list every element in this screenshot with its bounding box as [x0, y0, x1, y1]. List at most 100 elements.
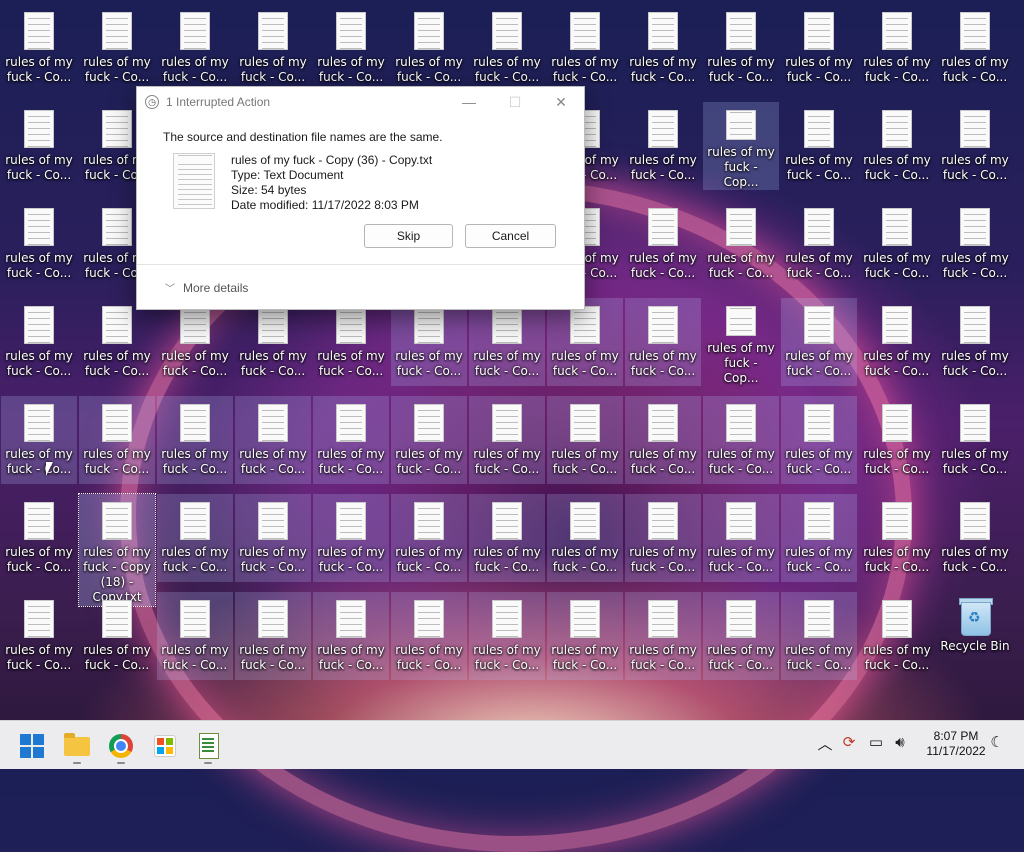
desktop-file-icon[interactable]: rules of my fuck - Co...	[1, 298, 77, 386]
desktop-file-icon[interactable]: rules of my fuck - Co...	[235, 298, 311, 386]
desktop-file-icon[interactable]: rules of my fuck - Co...	[781, 200, 857, 288]
desktop-file-icon[interactable]: rules of my fuck - Co...	[703, 200, 779, 288]
desktop-file-icon[interactable]: rules of my fuck - Co...	[1, 102, 77, 190]
desktop-file-icon[interactable]: rules of my fuck - Co...	[157, 592, 233, 680]
desktop-file-icon[interactable]: rules of my fuck - Co...	[781, 592, 857, 680]
desktop-file-icon[interactable]: rules of my fuck - Co...	[547, 592, 623, 680]
desktop-file-icon[interactable]: rules of my fuck - Co...	[313, 396, 389, 484]
desktop-file-icon[interactable]: rules of my fuck - Co...	[79, 298, 155, 386]
desktop-file-icon[interactable]: rules of my fuck - Co...	[79, 592, 155, 680]
skip-button[interactable]: Skip	[364, 224, 453, 248]
desktop-file-icon[interactable]: rules of my fuck - Co...	[79, 396, 155, 484]
network-icon[interactable]: ▭	[865, 733, 887, 751]
sync-error-icon[interactable]: ⟳	[838, 733, 860, 751]
desktop-file-icon[interactable]: rules of my fuck - Co...	[235, 4, 311, 92]
desktop-file-icon[interactable]: rules of my fuck - Cop...	[703, 102, 779, 190]
desktop-file-icon[interactable]: rules of my fuck - Co...	[937, 298, 1013, 386]
desktop-file-icon[interactable]: rules of my fuck - Co...	[937, 4, 1013, 92]
desktop-file-icon[interactable]: rules of my fuck - Co...	[703, 592, 779, 680]
start-button[interactable]	[17, 731, 47, 761]
desktop-file-icon[interactable]: rules of my fuck - Co...	[547, 4, 623, 92]
desktop-file-icon[interactable]: rules of my fuck - Co...	[235, 592, 311, 680]
desktop-file-icon[interactable]: rules of my fuck - Co...	[625, 494, 701, 582]
desktop-file-icon[interactable]: rules of my fuck - Co...	[781, 4, 857, 92]
desktop-file-icon[interactable]: rules of my fuck - Co...	[313, 4, 389, 92]
desktop-file-icon[interactable]: rules of my fuck - Co...	[625, 592, 701, 680]
desktop-file-icon[interactable]: rules of my fuck - Co...	[937, 200, 1013, 288]
notepad-button[interactable]	[193, 731, 223, 764]
desktop-file-icon[interactable]: rules of my fuck - Co...	[1, 494, 77, 582]
desktop-file-icon[interactable]: rules of my fuck - Co...	[781, 102, 857, 190]
desktop-file-icon[interactable]: rules of my fuck - Co...	[157, 4, 233, 92]
desktop-file-icon[interactable]: rules of my fuck - Co...	[79, 4, 155, 92]
desktop-file-icon[interactable]: rules of my fuck - Co...	[937, 494, 1013, 582]
maximize-button[interactable]: ☐	[495, 90, 535, 114]
desktop-file-icon[interactable]: rules of my fuck - Co...	[547, 494, 623, 582]
clock[interactable]: 8:07 PM 11/17/2022	[916, 729, 996, 759]
desktop-file-icon[interactable]: rules of my fuck - Co...	[313, 298, 389, 386]
desktop-file-icon[interactable]: rules of my fuck - Co...	[391, 592, 467, 680]
desktop-file-icon[interactable]: rules of my fuck - Co...	[1, 4, 77, 92]
desktop-file-icon[interactable]: rules of my fuck - Co...	[157, 298, 233, 386]
desktop-file-icon[interactable]: rules of my fuck - Co...	[859, 592, 935, 680]
desktop-file-icon[interactable]: rules of my fuck - Co...	[625, 200, 701, 288]
desktop-file-icon[interactable]: rules of my fuck - Co...	[781, 494, 857, 582]
volume-icon[interactable]: 🔊︎	[889, 733, 911, 751]
desktop-file-icon[interactable]: rules of my fuck - Co...	[625, 396, 701, 484]
desktop-file-icon[interactable]: rules of my fuck - Co...	[1, 200, 77, 288]
more-details-toggle[interactable]: ﹀ More details	[165, 280, 248, 295]
desktop-file-icon[interactable]: rules of my fuck - Co...	[391, 298, 467, 386]
desktop-file-icon[interactable]: rules of my fuck - Co...	[469, 4, 545, 92]
recycle-bin[interactable]: ♻ Recycle Bin	[937, 592, 1013, 680]
desktop-file-icon[interactable]: rules of my fuck - Cop...	[703, 298, 779, 386]
desktop-file-icon[interactable]: rules of my fuck - Co...	[937, 102, 1013, 190]
minimize-button[interactable]: —	[449, 90, 489, 114]
desktop-file-icon[interactable]: rules of my fuck - Co...	[469, 494, 545, 582]
focus-assist-icon[interactable]: ☾	[986, 733, 1008, 751]
cancel-button[interactable]: Cancel	[465, 224, 556, 248]
chrome-button[interactable]	[106, 731, 136, 764]
desktop-file-icon[interactable]: rules of my fuck - Co...	[625, 102, 701, 190]
desktop-file-icon[interactable]: rules of my fuck - Co...	[391, 494, 467, 582]
desktop-file-icon[interactable]: rules of my fuck - Co...	[313, 494, 389, 582]
desktop-file-icon[interactable]: rules of my fuck - Co...	[547, 298, 623, 386]
desktop-file-icon[interactable]: rules of my fuck - Co...	[781, 298, 857, 386]
desktop-file-icon[interactable]: rules of my fuck - Co...	[625, 4, 701, 92]
desktop-file-icon[interactable]: rules of my fuck - Co...	[469, 298, 545, 386]
desktop-file-icon[interactable]: rules of my fuck - Co...	[937, 396, 1013, 484]
dialog-titlebar[interactable]: ◷ 1 Interrupted Action — ☐ ✕	[137, 87, 584, 117]
desktop-file-icon[interactable]: rules of my fuck - Co...	[859, 298, 935, 386]
desktop-file-icon[interactable]: rules of my fuck - Co...	[469, 396, 545, 484]
desktop-file-icon[interactable]: rules of my fuck - Co...	[1, 592, 77, 680]
desktop-file-icon[interactable]: rules of my fuck - Co...	[1, 396, 77, 484]
desktop-file-icon[interactable]: rules of my fuck - Co...	[235, 494, 311, 582]
desktop-file-icon[interactable]: rules of my fuck - Copy (18) - Copy.txt	[78, 493, 156, 607]
chevron-up-icon[interactable]: ︿	[814, 733, 836, 754]
desktop-file-icon[interactable]: rules of my fuck - Co...	[469, 592, 545, 680]
desktop-file-icon[interactable]: rules of my fuck - Co...	[703, 396, 779, 484]
desktop-file-icon[interactable]: rules of my fuck - Co...	[859, 396, 935, 484]
desktop-file-icon[interactable]: rules of my fuck - Co...	[157, 396, 233, 484]
text-file-icon	[804, 600, 834, 638]
desktop-file-icon[interactable]: rules of my fuck - Co...	[703, 4, 779, 92]
desktop-file-icon[interactable]: rules of my fuck - Co...	[391, 396, 467, 484]
desktop-file-icon[interactable]: rules of my fuck - Co...	[157, 494, 233, 582]
text-file-icon	[726, 600, 756, 638]
desktop-file-icon[interactable]: rules of my fuck - Co...	[625, 298, 701, 386]
microsoft-store-button[interactable]	[150, 731, 180, 761]
icon-label: rules of my fuck - Co...	[395, 545, 463, 574]
desktop-file-icon[interactable]: rules of my fuck - Co...	[547, 396, 623, 484]
close-button[interactable]: ✕	[541, 90, 581, 114]
desktop-file-icon[interactable]: rules of my fuck - Co...	[859, 102, 935, 190]
desktop-file-icon[interactable]: rules of my fuck - Co...	[859, 494, 935, 582]
desktop-file-icon[interactable]: rules of my fuck - Co...	[859, 200, 935, 288]
desktop-file-icon[interactable]: rules of my fuck - Co...	[703, 494, 779, 582]
desktop-file-icon[interactable]: rules of my fuck - Co...	[235, 396, 311, 484]
desktop-file-icon[interactable]: rules of my fuck - Co...	[781, 396, 857, 484]
desktop-file-icon[interactable]: rules of my fuck - Co...	[313, 592, 389, 680]
text-file-icon	[726, 12, 756, 50]
desktop-file-icon[interactable]: rules of my fuck - Co...	[859, 4, 935, 92]
file-explorer-button[interactable]	[62, 731, 92, 764]
desktop-file-icon[interactable]: rules of my fuck - Co...	[391, 4, 467, 92]
text-file-icon	[960, 110, 990, 148]
